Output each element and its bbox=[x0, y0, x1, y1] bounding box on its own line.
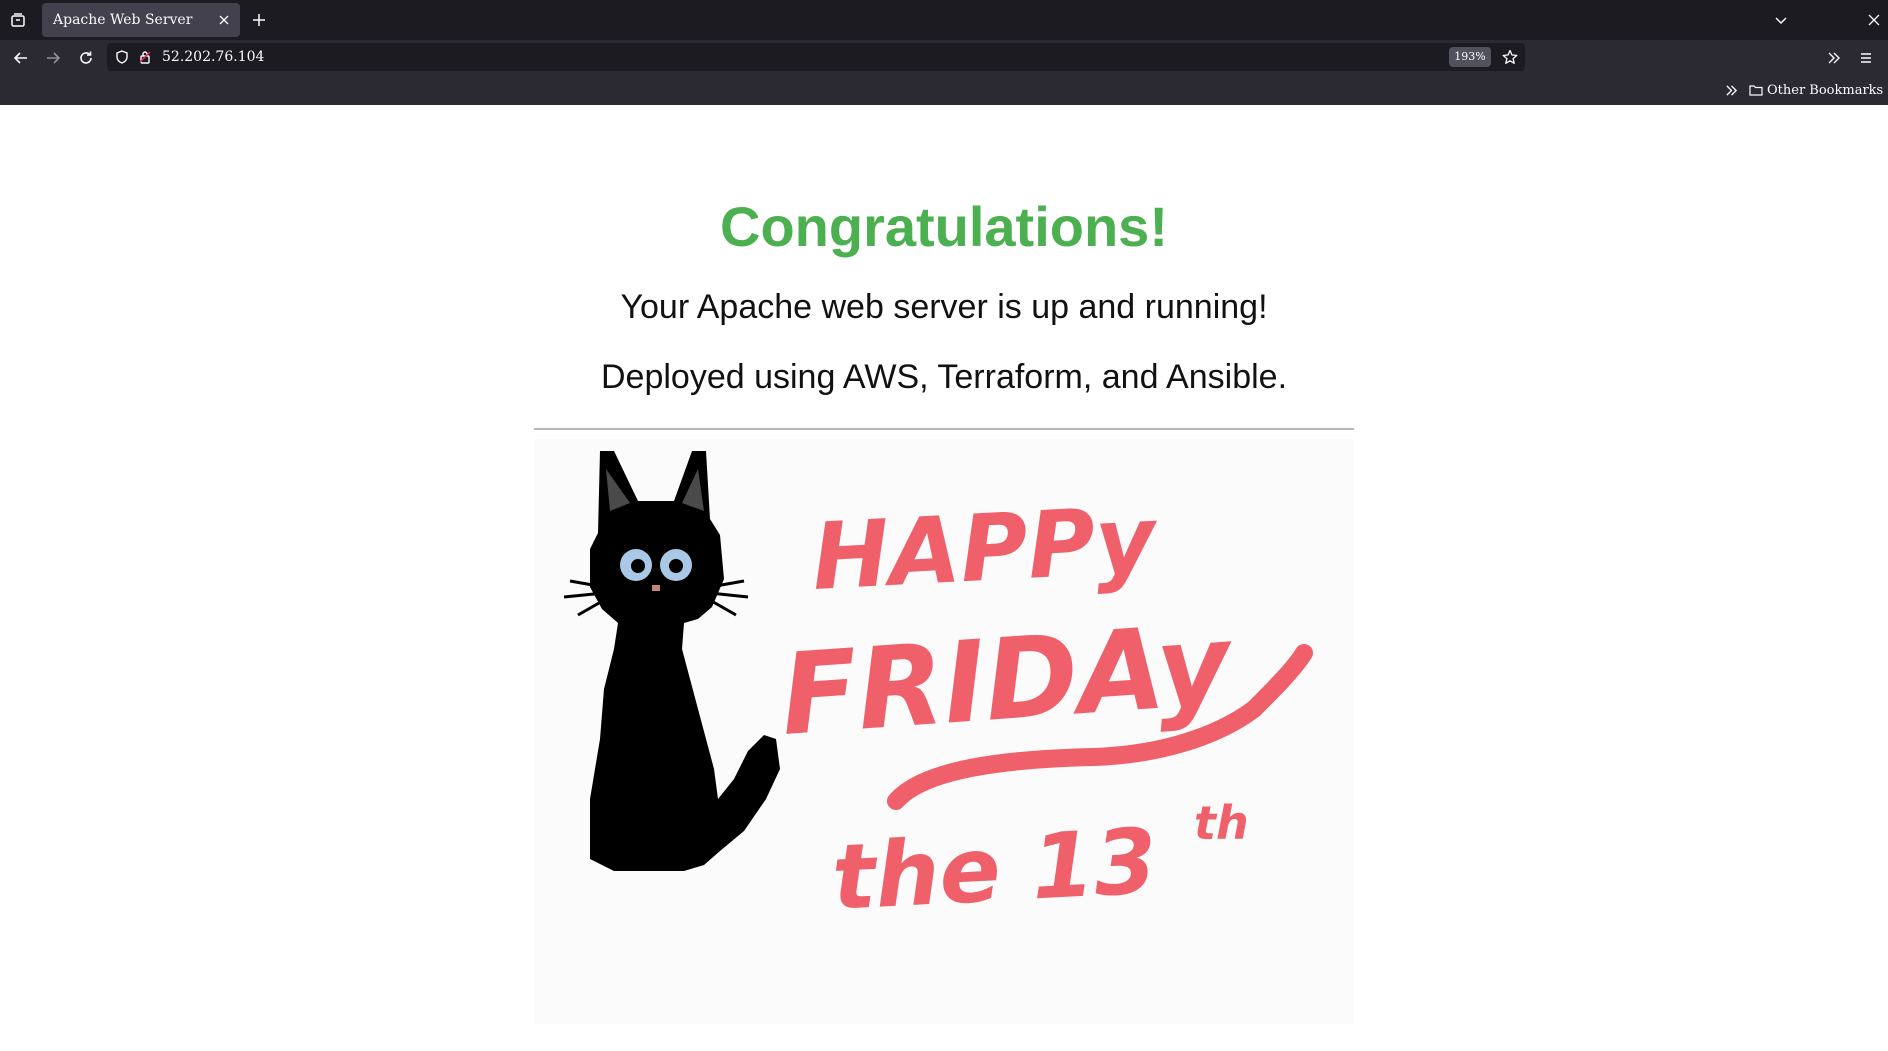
shield-icon[interactable] bbox=[113, 48, 131, 66]
tab-title: Apache Web Server bbox=[53, 12, 193, 28]
page-heading: Congratulations! bbox=[720, 195, 1168, 258]
tab-apache-web-server[interactable]: Apache Web Server bbox=[42, 3, 240, 37]
forward-arrow-icon[interactable] bbox=[42, 47, 64, 69]
plus-icon[interactable] bbox=[249, 10, 269, 30]
address-bar[interactable]: 52.202.76.104 193% bbox=[107, 43, 1525, 71]
reload-icon[interactable] bbox=[75, 47, 97, 69]
double-chevron-icon[interactable] bbox=[1823, 47, 1845, 69]
folder-icon bbox=[1749, 85, 1763, 96]
star-icon[interactable] bbox=[1500, 47, 1520, 67]
horizontal-divider bbox=[534, 428, 1354, 430]
page-content: Congratulations! Your Apache web server … bbox=[0, 105, 1888, 1051]
lock-icon[interactable] bbox=[136, 48, 154, 66]
image-text-happy: HAPPy bbox=[810, 486, 1162, 611]
deployment-message: Deployed using AWS, Terraform, and Ansib… bbox=[600, 358, 1288, 396]
menu-icon[interactable] bbox=[1855, 47, 1877, 69]
bookmark-label: Other Bookmarks bbox=[1767, 82, 1884, 98]
tab-bar: Apache Web Server bbox=[0, 0, 1888, 40]
back-arrow-icon[interactable] bbox=[10, 47, 32, 69]
browser-chrome: Apache Web Server 52.202.76.104 193% Oth… bbox=[0, 0, 1888, 105]
image-text-the-13: the 13 bbox=[830, 809, 1160, 931]
close-icon[interactable] bbox=[216, 12, 232, 28]
bookmark-other-bookmarks[interactable]: Other Bookmarks bbox=[1749, 80, 1883, 100]
close-icon[interactable] bbox=[1864, 10, 1884, 30]
status-message: Your Apache web server is up and running… bbox=[620, 288, 1268, 326]
chevron-down-icon[interactable] bbox=[1771, 10, 1791, 30]
happy-friday-13th-image: HAPPy FRIDAy the 13 th bbox=[534, 439, 1354, 1024]
url-text[interactable]: 52.202.76.104 bbox=[162, 43, 264, 71]
double-chevron-icon[interactable] bbox=[1721, 80, 1741, 100]
tab-list-icon[interactable] bbox=[6, 8, 30, 32]
image-text-superscript: th bbox=[1194, 796, 1249, 850]
zoom-level-badge[interactable]: 193% bbox=[1449, 47, 1491, 67]
